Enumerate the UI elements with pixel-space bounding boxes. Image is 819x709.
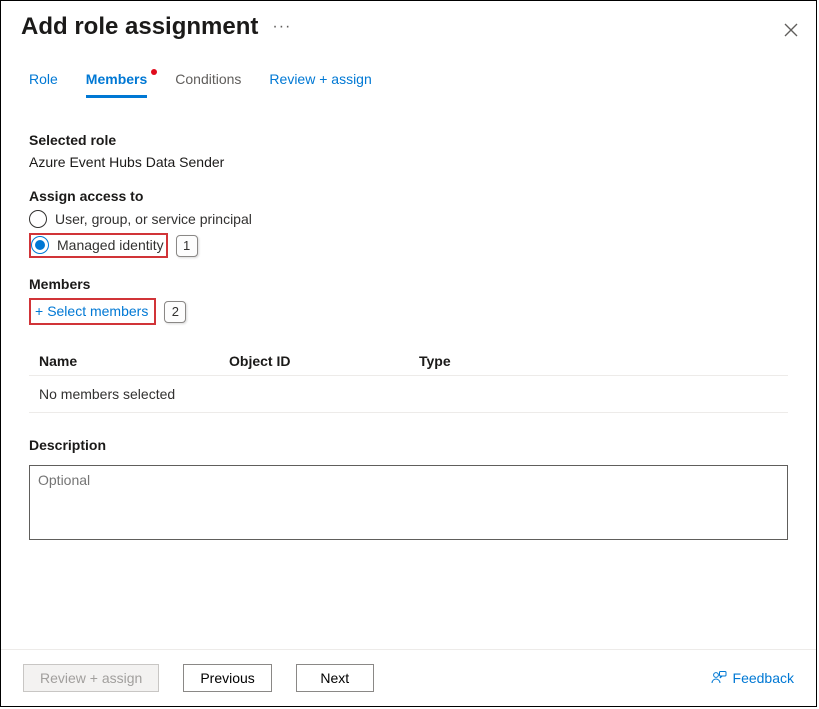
tab-review-assign[interactable]: Review + assign xyxy=(269,71,371,98)
select-members-button[interactable]: + Select members xyxy=(31,301,152,321)
members-label: Members xyxy=(29,276,788,292)
close-button[interactable] xyxy=(784,23,798,42)
feedback-link[interactable]: Feedback xyxy=(711,670,794,686)
highlight-box-2: + Select members xyxy=(29,298,156,325)
select-members-label: Select members xyxy=(47,303,148,319)
previous-button[interactable]: Previous xyxy=(183,664,271,692)
radio-label: User, group, or service principal xyxy=(55,211,252,227)
radio-icon xyxy=(29,210,47,228)
next-button[interactable]: Next xyxy=(296,664,374,692)
page-title: Add role assignment xyxy=(21,13,258,41)
description-input[interactable] xyxy=(29,465,788,540)
callout-badge-1: 1 xyxy=(176,235,198,257)
feedback-icon xyxy=(711,670,727,686)
selected-role-value: Azure Event Hubs Data Sender xyxy=(29,154,788,170)
members-table: Name Object ID Type No members selected xyxy=(29,347,788,413)
tabs-nav: Role Members Conditions Review + assign xyxy=(1,45,816,98)
selected-role-label: Selected role xyxy=(29,132,788,148)
radio-managed-identity[interactable]: Managed identity xyxy=(31,236,164,254)
assign-access-label: Assign access to xyxy=(29,188,788,204)
radio-icon xyxy=(31,236,49,254)
more-actions-icon[interactable]: ··· xyxy=(272,18,291,36)
tab-dirty-indicator-icon xyxy=(151,69,157,75)
review-assign-button: Review + assign xyxy=(23,664,159,692)
col-name: Name xyxy=(39,353,229,369)
callout-badge-2: 2 xyxy=(164,301,186,323)
feedback-label: Feedback xyxy=(733,670,794,686)
highlight-box-1: Managed identity xyxy=(29,233,168,258)
tab-members[interactable]: Members xyxy=(86,71,147,98)
col-object-id: Object ID xyxy=(229,353,419,369)
radio-label: Managed identity xyxy=(57,237,164,253)
tab-members-label: Members xyxy=(86,71,147,87)
plus-icon: + xyxy=(35,303,43,319)
tab-conditions[interactable]: Conditions xyxy=(175,71,241,98)
description-label: Description xyxy=(29,437,788,453)
members-empty-row: No members selected xyxy=(29,376,788,413)
col-type: Type xyxy=(419,353,778,369)
radio-user-group-principal[interactable]: User, group, or service principal xyxy=(29,210,788,228)
close-icon xyxy=(784,23,798,37)
tab-role[interactable]: Role xyxy=(29,71,58,98)
